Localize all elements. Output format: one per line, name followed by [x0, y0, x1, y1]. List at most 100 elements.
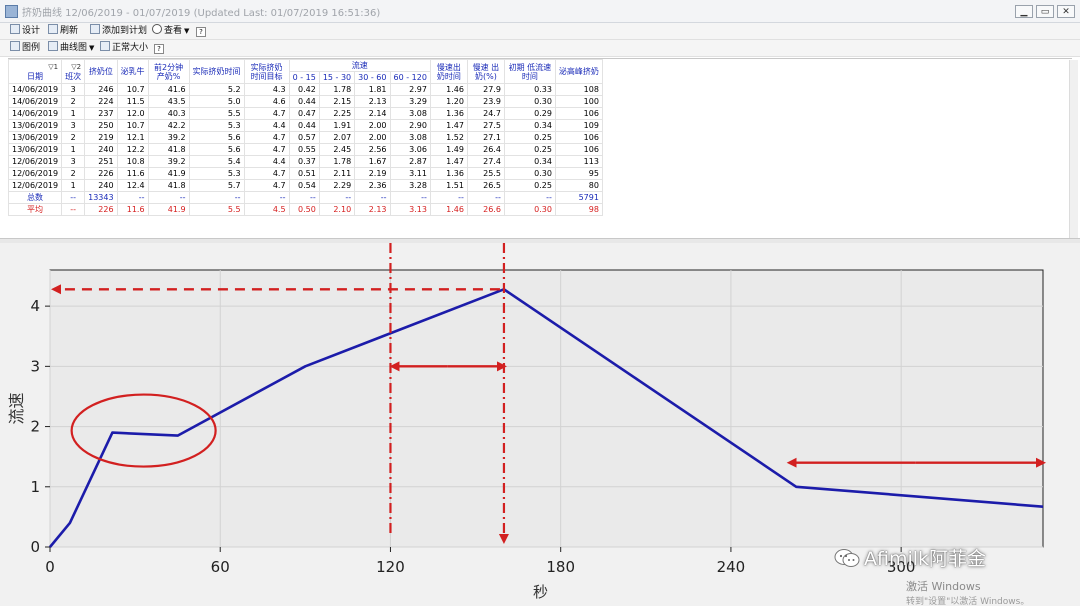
table-cell: -- [188, 191, 245, 204]
table-cell: 250 [84, 119, 118, 132]
table-cell: 4.5 [243, 203, 290, 216]
table-cell: 0.25 [503, 143, 556, 156]
table-row[interactable]: 12/06/2019 1 240 12.4 41.8 5.7 4.7 0.54 2.29 2.36… [7, 179, 603, 192]
maximize-button[interactable]: ▭ [1036, 5, 1054, 18]
col-first-2min[interactable]: 前2分钟 产奶% [147, 59, 190, 84]
close-button[interactable]: ✕ [1057, 5, 1075, 18]
col-initial-low[interactable]: 初期 低流速时间 [503, 59, 556, 84]
table-average-row[interactable]: 平均 -- 226 11.6 41.9 5.5 4.5 0.50 2.10 2.13 3.13 1.4… [7, 203, 603, 216]
view-menu-button[interactable]: 查看 ▼ [152, 24, 189, 38]
table-row[interactable]: 13/06/2019 3 250 10.7 42.2 5.3 4.4 0.44 1.91 2.00… [7, 119, 603, 132]
y-tick-label: 0 [30, 538, 40, 556]
table-cell: 平均 [7, 203, 63, 216]
table-row[interactable]: 12/06/2019 2 226 11.6 41.9 5.3 4.7 0.51 2.11 2.19… [7, 167, 603, 180]
table-cell: 2 [61, 167, 86, 180]
y-axis-label: 流速 [7, 392, 26, 424]
table-cell: 0.44 [288, 95, 320, 108]
table-cell: 1.36 [429, 167, 468, 180]
table-cell: 4.7 [243, 143, 290, 156]
table-cell: 0.33 [503, 83, 556, 96]
design-button[interactable]: 设计 [10, 24, 40, 38]
sort-mark-1: ▽1 [48, 62, 59, 71]
table-cell: 3.29 [389, 95, 431, 108]
normal-size-button[interactable]: 正常大小 [100, 41, 148, 55]
activate-windows-text: 激活 Windows [906, 580, 981, 593]
table-cell: 0.44 [288, 119, 320, 132]
col-cow[interactable]: 泌乳牛 [116, 59, 149, 84]
curve-chart-icon [48, 41, 58, 51]
table-cell: 41.9 [147, 203, 190, 216]
table-cell: 2.45 [318, 143, 356, 156]
table-cell: 2.15 [318, 95, 356, 108]
refresh-label: 刷新 [60, 26, 79, 36]
table-row[interactable]: 14/06/2019 2 224 11.5 43.5 5.0 4.6 0.44 2.15 2.13… [7, 95, 603, 108]
col-flow-60-120[interactable]: 60 - 120 [389, 71, 431, 84]
table-cell: 0.25 [503, 179, 556, 192]
help-button-2[interactable]: ? [154, 41, 166, 55]
table-row[interactable]: 14/06/2019 3 246 10.7 41.6 5.2 4.3 0.42 1.78 1.81… [7, 83, 603, 96]
grid-vertical-scrollbar[interactable] [1069, 60, 1078, 238]
table-cell: 26.5 [466, 179, 505, 192]
brand-text: Afimilk阿菲金 [864, 548, 987, 570]
table-cell: 13/06/2019 [7, 119, 63, 132]
table-cell: 240 [84, 143, 118, 156]
table-row[interactable]: 13/06/2019 2 219 12.1 39.2 5.6 4.7 0.57 2.07 2.00… [7, 131, 603, 144]
table-row[interactable]: 12/06/2019 3 251 10.8 39.2 5.4 4.4 0.37 1.78 1.67… [7, 155, 603, 168]
table-cell: -- [288, 191, 320, 204]
col-shift[interactable]: ▽2 班次 [61, 59, 86, 84]
table-cell: 2.07 [318, 131, 356, 144]
sort-mark-2: ▽2 [71, 62, 82, 71]
table-cell: 246 [84, 83, 118, 96]
table-cell: 1.49 [429, 143, 468, 156]
chart-toolbar: 图例 曲线图 ▼ 正常大小 ? [0, 40, 1080, 57]
table-cell: 12/06/2019 [7, 155, 63, 168]
refresh-button[interactable]: 刷新 [48, 24, 78, 38]
table-row[interactable]: 14/06/2019 1 237 12.0 40.3 5.5 4.7 0.47 2.25 2.14… [7, 107, 603, 120]
col-stall[interactable]: 挤奶位 [84, 59, 118, 84]
table-cell: -- [389, 191, 431, 204]
resize-icon [100, 41, 110, 51]
table-cell: -- [466, 191, 505, 204]
table-cell: 240 [84, 179, 118, 192]
table-cell: 113 [554, 155, 603, 168]
col-slow-pct[interactable]: 慢速 出奶(%) [466, 59, 505, 84]
col-flow-0-15[interactable]: 0 - 15 [288, 71, 320, 84]
chevron-down-icon: ▼ [184, 27, 190, 35]
col-peak-flow[interactable]: 泌高峰挤奶 [554, 59, 603, 84]
table-cell: 12.2 [116, 143, 149, 156]
table-cell: 23.9 [466, 95, 505, 108]
table-cell: 2.10 [318, 203, 356, 216]
legend-icon [10, 41, 20, 51]
table-total-row[interactable]: 总数 -- 13343 -- -- -- -- -- -- -- -- -- -- -- 5791 [7, 191, 603, 204]
help-button[interactable]: ? [196, 24, 208, 38]
col-actual-target[interactable]: 实际挤奶 时间目标 [243, 59, 290, 84]
table-row[interactable]: 13/06/2019 1 240 12.2 41.8 5.6 4.7 0.55 2.45 2.56… [7, 143, 603, 156]
window-title-bar: 挤奶曲线 12/06/2019 - 01/07/2019 (Updated La… [0, 0, 1080, 23]
minimize-button[interactable]: ▁ [1015, 5, 1033, 18]
table-cell: 5.4 [188, 155, 245, 168]
table-cell: 108 [554, 83, 603, 96]
col-slow-out[interactable]: 慢速出 奶时间 [429, 59, 468, 84]
table-cell: 5.6 [188, 143, 245, 156]
table-cell: 4.3 [243, 83, 290, 96]
table-cell: 0.42 [288, 83, 320, 96]
table-cell: 1.20 [429, 95, 468, 108]
table-cell: 237 [84, 107, 118, 120]
table-cell: 2.13 [354, 203, 391, 216]
table-cell: 95 [554, 167, 603, 180]
col-date[interactable]: ▽1 日期 [7, 59, 63, 84]
col-actual-time[interactable]: 实际挤奶时间 [188, 59, 245, 84]
col-flow-15-30[interactable]: 15 - 30 [318, 71, 356, 84]
table-cell: 39.2 [147, 131, 190, 144]
curve-menu-button[interactable]: 曲线图 ▼ [48, 41, 94, 55]
table-cell: 3.13 [389, 203, 431, 216]
add-to-plan-button[interactable]: 添加到计划 [90, 24, 147, 38]
table-cell: 1.78 [318, 83, 356, 96]
col-flow-30-60[interactable]: 30 - 60 [354, 71, 391, 84]
table-cell: -- [243, 191, 290, 204]
table-cell: 41.6 [147, 83, 190, 96]
activate-windows-subtext: 转到"设置"以激活 Windows。 [906, 597, 1030, 607]
legend-button[interactable]: 图例 [10, 41, 40, 55]
table-cell: 226 [84, 203, 118, 216]
table-cell: 0.34 [503, 119, 556, 132]
